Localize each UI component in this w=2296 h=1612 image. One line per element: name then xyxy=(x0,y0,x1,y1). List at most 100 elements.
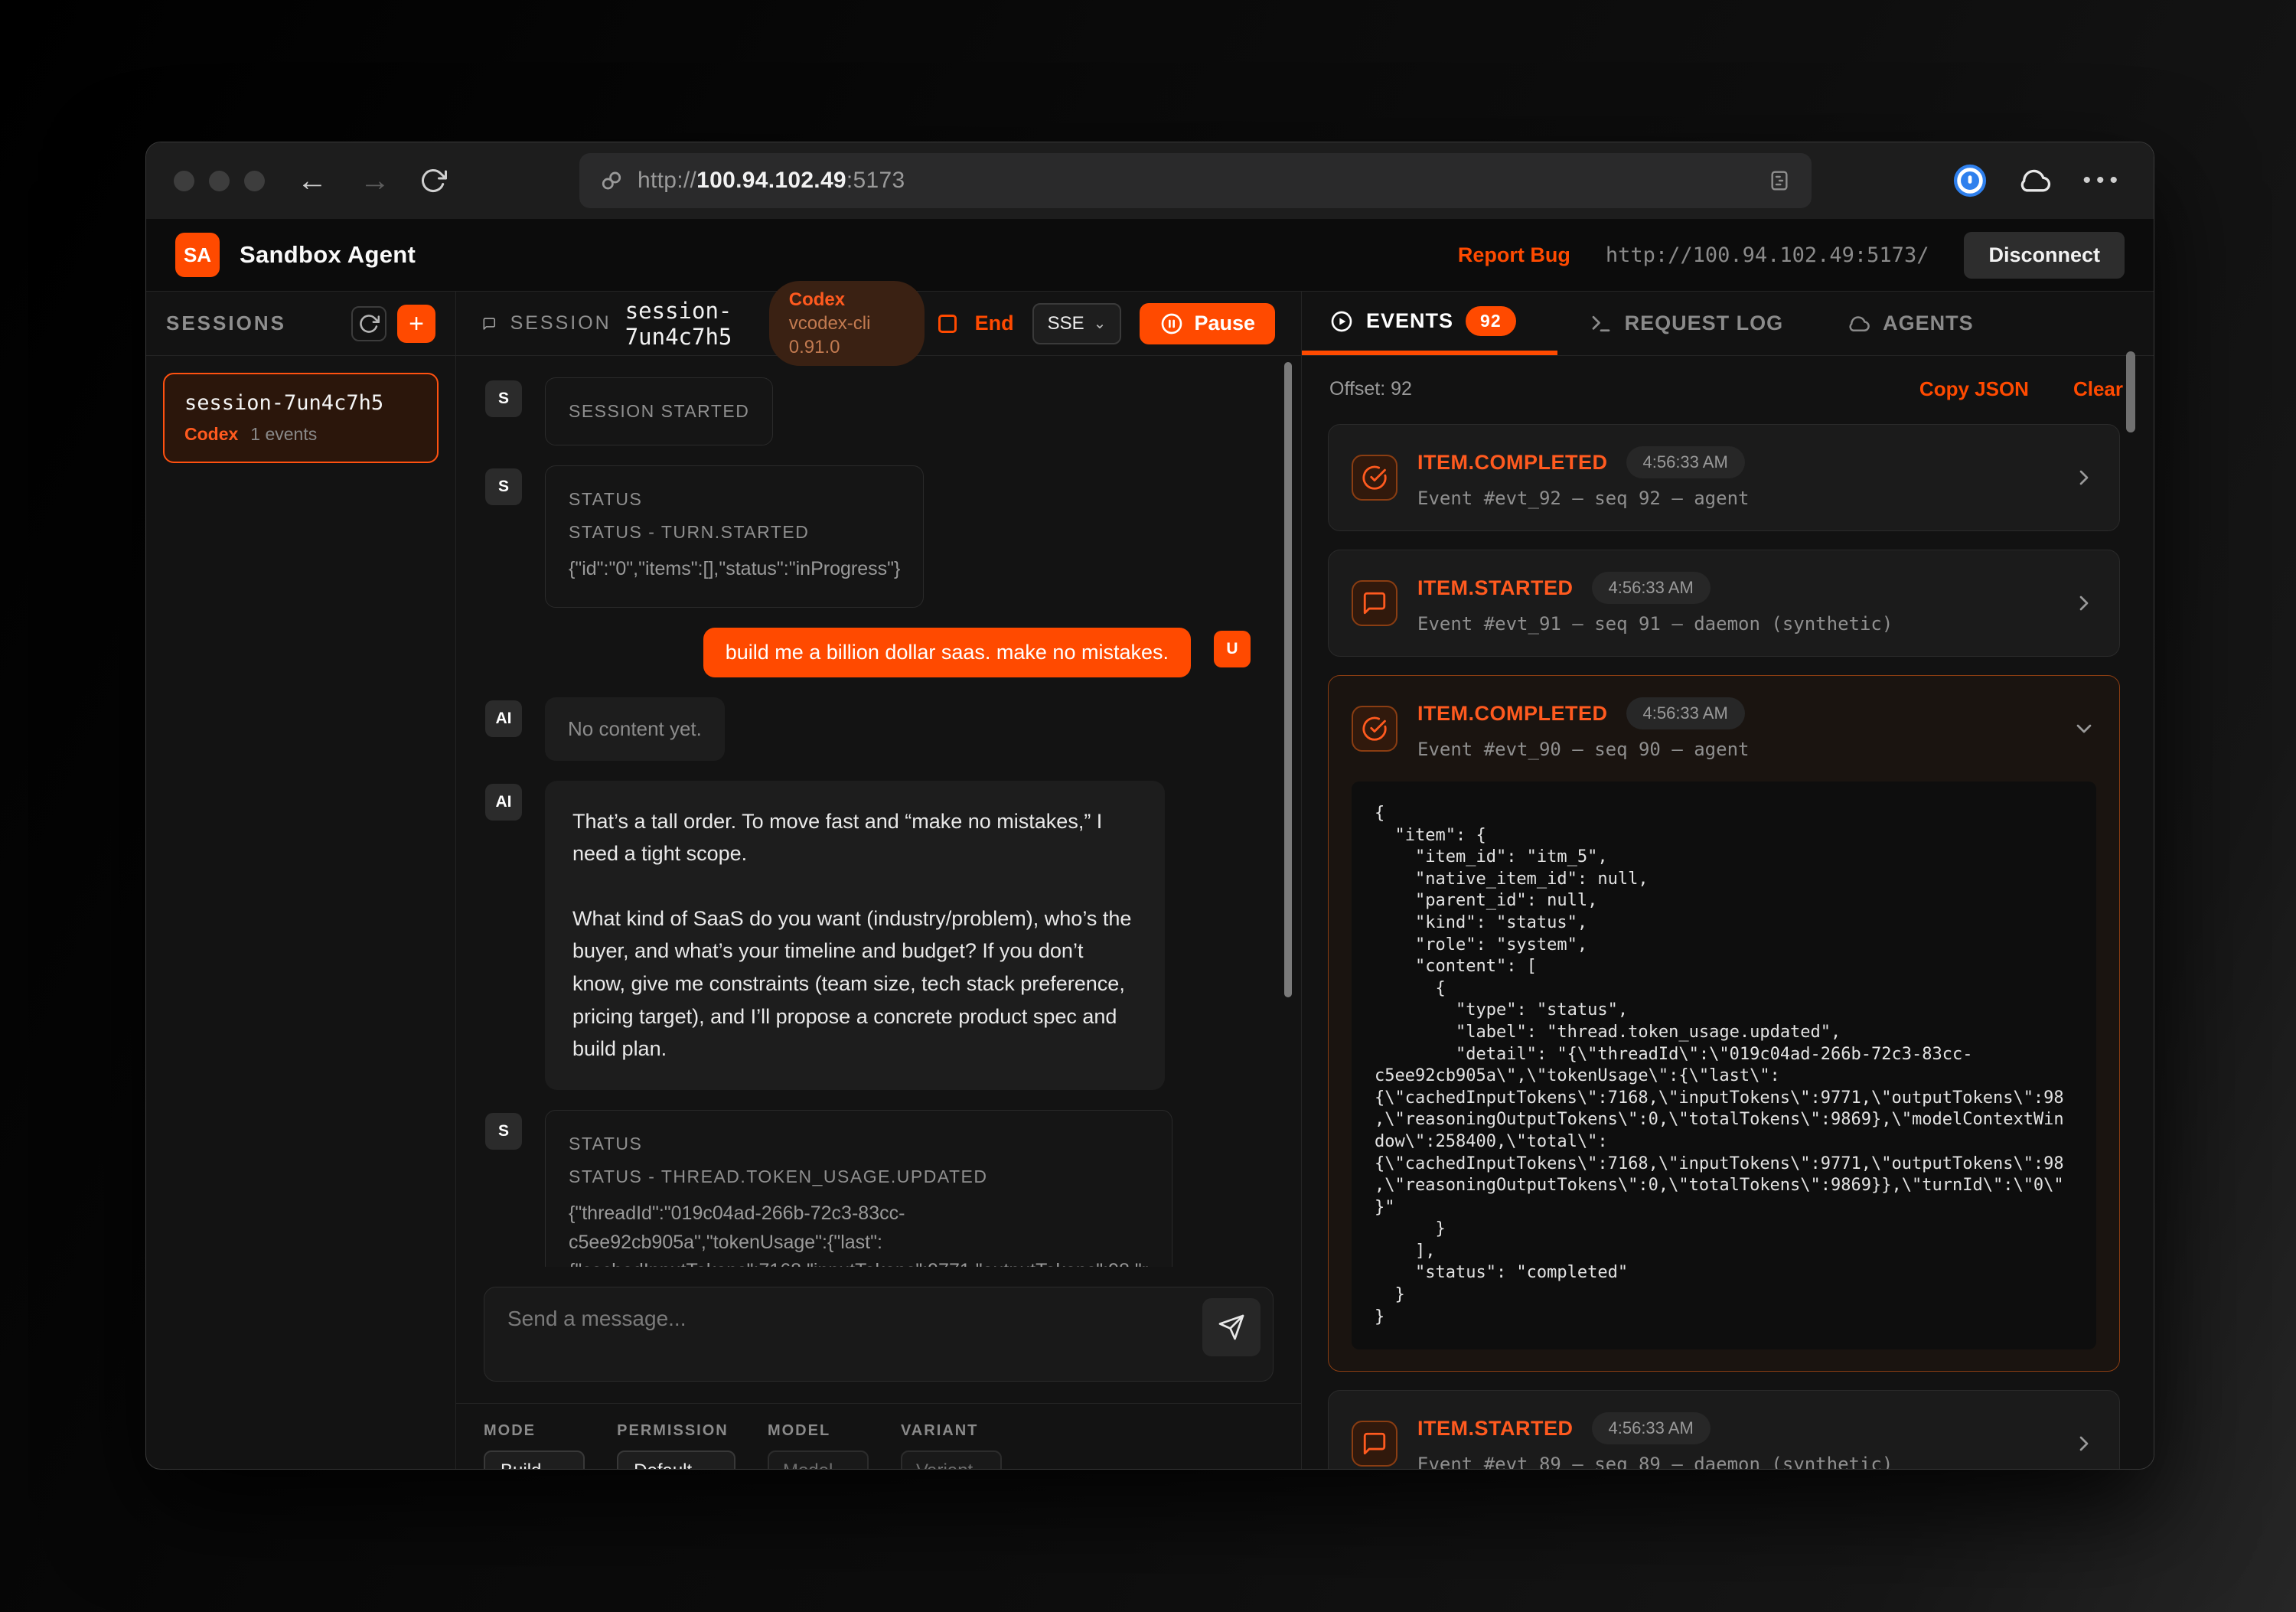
event-card[interactable]: ITEM.COMPLETED 4:56:33 AM Event #evt_92 — … xyxy=(1328,424,2120,531)
chevron-down-icon xyxy=(2072,716,2096,741)
send-button[interactable] xyxy=(1202,1298,1261,1356)
event-title-row: ITEM.STARTED4:56:33 AM xyxy=(1417,1412,1893,1444)
event-time-badge: 4:56:33 AM xyxy=(1626,697,1745,729)
session-item-agent: Codex xyxy=(184,424,238,445)
clear-events-button[interactable]: Clear xyxy=(2073,377,2123,401)
tab-agents[interactable]: AGENTS xyxy=(1815,292,2006,355)
status-title: STATUS xyxy=(569,489,900,510)
browser-window: ← → http://100.94.102.49:5173 xyxy=(145,142,2154,1470)
message-paragraph: What kind of SaaS do you want (industry/… xyxy=(572,902,1137,1065)
event-card[interactable]: ITEM.STARTED4:56:33 AMEvent #evt_89 — se… xyxy=(1328,1390,2120,1469)
chat-message-row: build me a billion dollar saas. make no … xyxy=(485,628,1301,677)
events-offset: Offset: 92 xyxy=(1329,378,1412,400)
agent-version-badge: Codex vcodex-cli 0.91.0 xyxy=(769,281,925,367)
event-expand-button[interactable] xyxy=(2072,465,2096,490)
chat-message-row: AIThat’s a tall order. To move fast and … xyxy=(485,781,1301,1091)
event-type: ITEM.COMPLETED xyxy=(1417,451,1608,475)
chevron-right-icon xyxy=(2072,1431,2096,1456)
check-circle-icon xyxy=(1362,716,1388,742)
link-icon xyxy=(599,168,624,193)
event-icon xyxy=(1352,1421,1397,1467)
end-label[interactable]: End xyxy=(975,312,1014,335)
event-type: ITEM.COMPLETED xyxy=(1417,702,1608,726)
report-bug-link[interactable]: Report Bug xyxy=(1458,243,1570,267)
event-card-header: ITEM.COMPLETED 4:56:33 AM Event #evt_90 — … xyxy=(1352,697,2096,760)
event-meta: Event #evt_92 — seq 92 — agent xyxy=(1417,488,1749,509)
event-title-row: ITEM.STARTED 4:56:33 AM xyxy=(1417,572,1893,604)
event-card-header: ITEM.STARTED 4:56:33 AM Event #evt_91 — se… xyxy=(1352,572,2096,635)
password-manager-icon[interactable] xyxy=(1952,163,1988,198)
forward-button[interactable]: → xyxy=(360,165,390,196)
events-panel: EVENTS 92 REQUEST LOG AGENTS Off xyxy=(1302,292,2154,1469)
avatar: S xyxy=(485,1113,522,1150)
chat-message-row: AI No content yet. xyxy=(485,697,1301,761)
event-meta: Event #evt_90 — seq 90 — agent xyxy=(1417,739,1749,760)
end-checkbox[interactable] xyxy=(938,315,957,333)
session-list-item[interactable]: session-7un4c7h5Codex1 events xyxy=(163,373,439,463)
refresh-sessions-button[interactable] xyxy=(351,306,386,341)
avatar: AI xyxy=(485,784,522,821)
event-icon xyxy=(1352,706,1397,752)
event-type: ITEM.STARTED xyxy=(1417,576,1574,600)
disconnect-button[interactable]: Disconnect xyxy=(1964,232,2125,279)
session-item-count: 1 events xyxy=(250,424,317,445)
event-card[interactable]: ITEM.COMPLETED 4:56:33 AM Event #evt_90 — … xyxy=(1328,675,2120,1372)
back-button[interactable]: ← xyxy=(297,165,328,196)
mode-label: MODE xyxy=(484,1422,585,1440)
speech-bubble-icon xyxy=(482,312,497,336)
event-card[interactable]: ITEM.STARTED 4:56:33 AM Event #evt_91 — se… xyxy=(1328,550,2120,657)
browser-menu-icon[interactable]: ••• xyxy=(2082,168,2123,194)
message-list: SSESSION STARTEDSSTATUSSTATUS - TURN.STA… xyxy=(485,377,1301,1267)
event-card-body: ITEM.COMPLETED 4:56:33 AM Event #evt_90 — … xyxy=(1417,697,1749,760)
message-scroll-area[interactable]: SSESSION STARTEDSSTATUSSTATUS - TURN.STA… xyxy=(456,356,1301,1267)
chevron-right-icon xyxy=(2072,591,2096,615)
close-window-button[interactable] xyxy=(174,171,194,191)
chat-bubble-icon xyxy=(1362,1431,1388,1457)
minimize-window-button[interactable] xyxy=(209,171,230,191)
new-session-button[interactable]: + xyxy=(397,305,435,343)
event-time-badge: 4:56:33 AM xyxy=(1626,446,1745,478)
status-message-bubble: STATUSSTATUS - TURN.STARTED{"id":"0","it… xyxy=(545,465,924,608)
event-time-badge: 4:56:33 AM xyxy=(1592,572,1711,604)
event-list: ITEM.COMPLETED 4:56:33 AM Event #evt_92 — … xyxy=(1302,413,2154,1469)
pause-button[interactable]: Pause xyxy=(1140,303,1275,344)
copy-json-button[interactable]: Copy JSON xyxy=(1919,377,2029,401)
status-message-bubble: STATUSSTATUS - THREAD.TOKEN_USAGE.UPDATE… xyxy=(545,1110,1172,1267)
chat-message-row: S STATUSSTATUS - THREAD.TOKEN_USAGE.UPDAT… xyxy=(485,1110,1301,1267)
session-controls: MODE Build⌄ PERMISSION Default⌄ MODEL xyxy=(456,1403,1301,1470)
event-expand-button[interactable] xyxy=(2072,716,2096,741)
sessions-sidebar: SESSIONS + session-7un4c7h5Codex1 events xyxy=(146,292,456,1469)
window-controls[interactable] xyxy=(174,171,265,191)
avatar: S xyxy=(485,468,522,505)
cloud-icon[interactable] xyxy=(2018,164,2052,197)
variant-input[interactable] xyxy=(901,1450,1002,1470)
avatar: AI xyxy=(485,700,522,737)
maximize-window-button[interactable] xyxy=(244,171,265,191)
message-input[interactable] xyxy=(484,1287,1273,1381)
user-message-bubble: build me a billion dollar saas. make no … xyxy=(703,628,1191,677)
status-json: {"id":"0","items":[],"status":"inProgres… xyxy=(569,555,900,584)
plus-icon: + xyxy=(409,311,424,337)
transport-select[interactable]: SSE⌄ xyxy=(1032,303,1122,344)
reload-button[interactable] xyxy=(419,167,447,194)
address-bar[interactable]: http://100.94.102.49:5173 xyxy=(579,153,1812,208)
session-panel: SESSION session-7un4c7h5 Codex vcodex-cl… xyxy=(456,292,1302,1469)
server-url: http://100.94.102.49:5173/ xyxy=(1606,243,1929,267)
sessions-title: SESSIONS xyxy=(166,312,286,335)
chat-scrollbar[interactable] xyxy=(1284,362,1292,997)
events-scrollbar[interactable] xyxy=(2126,351,2135,432)
tab-request-log[interactable]: REQUEST LOG xyxy=(1557,292,1816,355)
event-meta: Event #evt_91 — seq 91 — daemon (synthet… xyxy=(1417,613,1893,635)
mode-select[interactable]: Build⌄ xyxy=(484,1450,585,1470)
events-count-badge: 92 xyxy=(1466,306,1516,336)
browser-chrome: ← → http://100.94.102.49:5173 xyxy=(146,142,2154,219)
model-input[interactable] xyxy=(768,1450,869,1470)
app-logo: SA xyxy=(175,233,220,277)
tab-events[interactable]: EVENTS 92 xyxy=(1302,292,1557,355)
message-bubble: No content yet. xyxy=(545,697,725,761)
event-expand-button[interactable] xyxy=(2072,591,2096,615)
reader-view-icon[interactable] xyxy=(1767,168,1792,193)
event-expand-button[interactable] xyxy=(2072,1431,2096,1456)
cloud-icon xyxy=(1848,312,1870,335)
permission-select[interactable]: Default⌄ xyxy=(617,1450,735,1470)
